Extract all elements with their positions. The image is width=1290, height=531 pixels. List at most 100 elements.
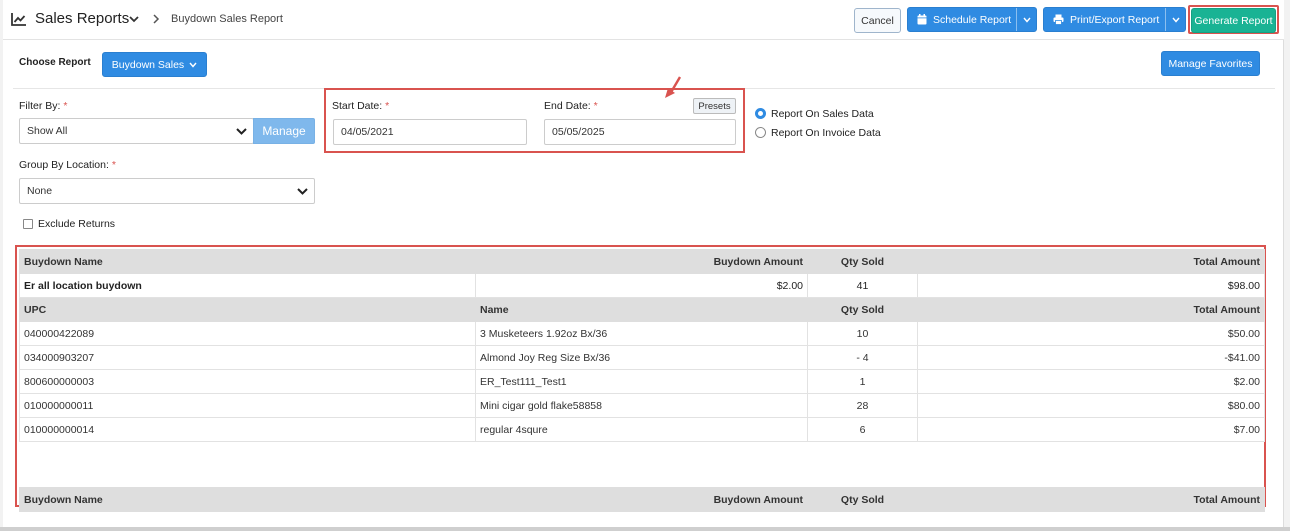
spacer-row <box>19 441 1265 488</box>
required-mark: * <box>593 100 598 112</box>
name-cell: 3 Musketeers 1.92oz Bx/36 <box>475 321 808 346</box>
footer-header-row: Buydown Name Buydown Amount Qty Sold Tot… <box>19 487 1265 512</box>
invoice-data-label: Report On Invoice Data <box>771 127 881 139</box>
qty-cell: 28 <box>807 393 918 418</box>
chevron-down-icon <box>297 188 308 195</box>
exclude-returns-label: Exclude Returns <box>38 218 116 230</box>
exclude-returns-checkbox[interactable] <box>23 219 33 229</box>
chevron-down-icon <box>236 128 247 135</box>
column-header[interactable]: Buydown Amount <box>475 249 808 274</box>
column-header[interactable]: Qty Sold <box>807 297 918 322</box>
total-cell: $50.00 <box>917 321 1265 346</box>
group-row: Er all location buydown $2.00 41 $98.00 <box>19 273 1265 298</box>
column-header[interactable]: Total Amount <box>917 487 1265 512</box>
end-date-text: End Date: <box>544 100 591 112</box>
cancel-button[interactable]: Cancel <box>854 8 901 33</box>
end-date-input[interactable]: 05/05/2025 <box>544 119 736 145</box>
schedule-report-label: Schedule Report <box>933 13 1012 26</box>
table-row: 800600000003 ER_Test111_Test1 1 $2.00 <box>19 369 1265 394</box>
group-by-select[interactable]: None <box>19 178 315 204</box>
start-date-text: Start Date: <box>332 100 383 112</box>
column-header[interactable]: Total Amount <box>917 297 1265 322</box>
app-window: Sales Reports Buydown Sales Report Cance… <box>3 0 1284 527</box>
print-export-label: Print/Export Report <box>1070 13 1160 26</box>
arrow-annotation-icon <box>665 76 682 98</box>
upc-cell: 040000422089 <box>19 321 476 346</box>
required-mark: * <box>63 100 68 112</box>
column-header[interactable]: Qty Sold <box>807 487 918 512</box>
report-select-button[interactable]: Buydown Sales <box>102 52 207 77</box>
group-total: $98.00 <box>917 273 1265 298</box>
group-by-label: Group By Location: * <box>19 159 116 171</box>
sales-data-label: Report On Sales Data <box>771 108 874 120</box>
line-chart-icon <box>11 13 26 26</box>
total-cell: $2.00 <box>917 369 1265 394</box>
generate-report-button[interactable]: Generate Report <box>1191 8 1276 33</box>
total-cell: $7.00 <box>917 417 1265 442</box>
print-export-main[interactable]: Print/Export Report <box>1044 8 1165 31</box>
print-dropdown-toggle[interactable] <box>1165 8 1185 31</box>
filter-by-label: Filter By: * <box>19 100 67 112</box>
name-cell: ER_Test111_Test1 <box>475 369 808 394</box>
manage-favorites-button[interactable]: Manage Favorites <box>1161 51 1260 76</box>
total-cell: -$41.00 <box>917 345 1265 370</box>
group-qty: 41 <box>807 273 918 298</box>
group-by-value: None <box>27 185 53 197</box>
required-mark: * <box>385 100 390 112</box>
column-header[interactable]: Buydown Name <box>19 487 476 512</box>
table-row: 010000000011 Mini cigar gold flake58858 … <box>19 393 1265 418</box>
choose-report-label: Choose Report <box>19 57 91 68</box>
column-header[interactable]: Buydown Amount <box>475 487 808 512</box>
start-date-input[interactable]: 04/05/2021 <box>333 119 527 145</box>
invoice-data-radio[interactable] <box>755 127 766 138</box>
chevron-down-icon[interactable] <box>128 13 140 25</box>
printer-icon <box>1053 14 1064 25</box>
table-header-row: Buydown Name Buydown Amount Qty Sold Tot… <box>19 249 1265 274</box>
table-row: 040000422089 3 Musketeers 1.92oz Bx/36 1… <box>19 321 1265 346</box>
qty-cell: - 4 <box>807 345 918 370</box>
filter-by-text: Filter By: <box>19 100 61 112</box>
sub-header-row: UPC Name Qty Sold Total Amount <box>19 297 1265 322</box>
table-row: 010000000014 regular 4squre 6 $7.00 <box>19 417 1265 442</box>
schedule-dropdown-toggle[interactable] <box>1016 8 1036 31</box>
column-header[interactable]: Qty Sold <box>807 249 918 274</box>
presets-button[interactable]: Presets <box>693 98 736 114</box>
chevron-right-icon <box>153 14 160 24</box>
qty-cell: 10 <box>807 321 918 346</box>
sales-data-radio[interactable] <box>755 108 766 119</box>
breadcrumb: Buydown Sales Report <box>171 13 283 25</box>
end-date-label: End Date: * <box>544 100 598 112</box>
chevron-down-icon <box>189 62 197 68</box>
group-name: Er all location buydown <box>19 273 476 298</box>
schedule-report-main[interactable]: Schedule Report <box>908 8 1016 31</box>
horizontal-scrollbar[interactable] <box>0 527 1290 531</box>
page-title: Sales Reports <box>35 10 130 27</box>
spacer-cell <box>19 441 1265 488</box>
top-bar: Sales Reports Buydown Sales Report Cance… <box>3 0 1284 40</box>
column-header[interactable]: UPC <box>19 297 476 322</box>
table-row: 034000903207 Almond Joy Reg Size Bx/36 -… <box>19 345 1265 370</box>
column-header[interactable]: Buydown Name <box>19 249 476 274</box>
upc-cell: 010000000011 <box>19 393 476 418</box>
qty-cell: 6 <box>807 417 918 442</box>
manage-filter-button[interactable]: Manage <box>253 118 315 144</box>
name-cell: Mini cigar gold flake58858 <box>475 393 808 418</box>
filter-by-value: Show All <box>27 125 68 137</box>
filter-by-select[interactable]: Show All <box>19 118 254 144</box>
chevron-down-icon <box>1171 17 1180 23</box>
report-table-highlight: Buydown Name Buydown Amount Qty Sold Tot… <box>15 245 1266 512</box>
upc-cell: 034000903207 <box>19 345 476 370</box>
total-cell: $80.00 <box>917 393 1265 418</box>
chevron-down-icon <box>1022 17 1031 23</box>
report-table: Buydown Name Buydown Amount Qty Sold Tot… <box>19 249 1265 512</box>
group-by-text: Group By Location: <box>19 159 109 171</box>
schedule-report-button[interactable]: Schedule Report <box>907 7 1037 32</box>
column-header[interactable]: Total Amount <box>917 249 1265 274</box>
upc-cell: 800600000003 <box>19 369 476 394</box>
print-export-button[interactable]: Print/Export Report <box>1043 7 1186 32</box>
group-amount: $2.00 <box>475 273 808 298</box>
calendar-icon <box>917 14 927 25</box>
qty-cell: 1 <box>807 369 918 394</box>
start-date-label: Start Date: * <box>332 100 389 112</box>
column-header[interactable]: Name <box>475 297 808 322</box>
